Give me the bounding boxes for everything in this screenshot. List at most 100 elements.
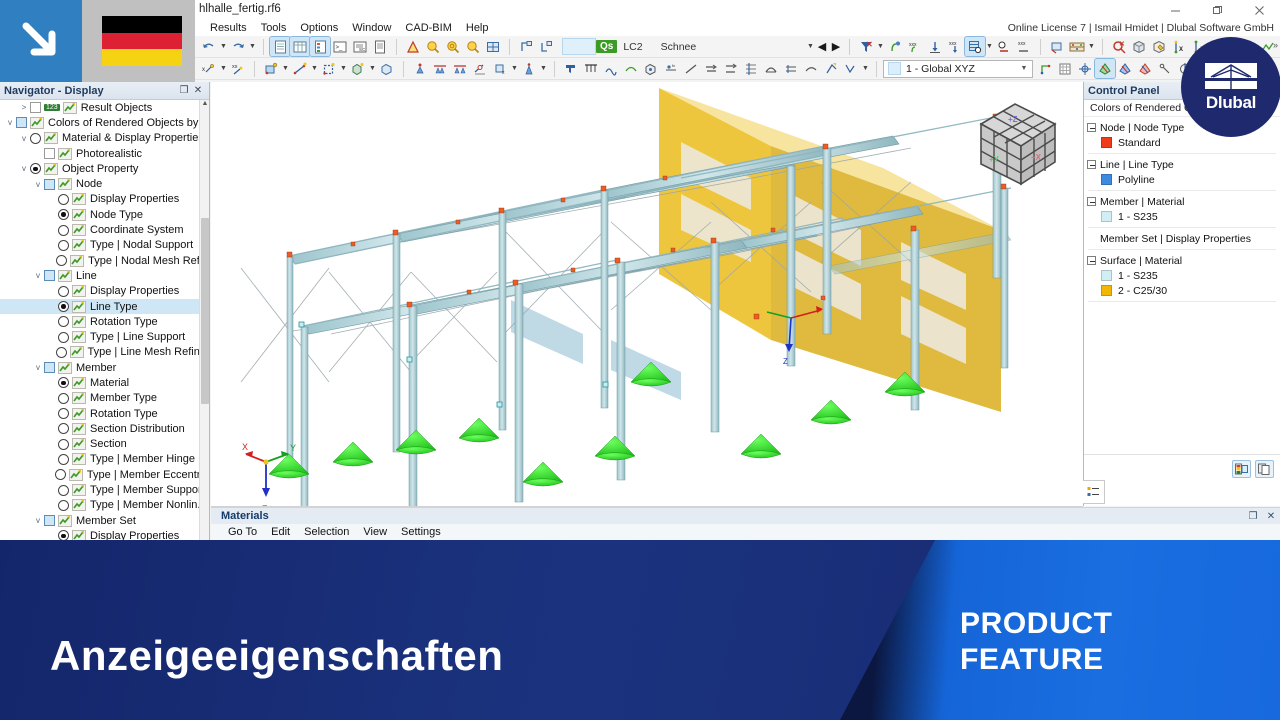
tree-radio[interactable] [30,132,41,144]
load-wizard-icon[interactable]: fx [661,59,681,78]
graphic-dropdown-icon[interactable]: ▼ [861,59,870,78]
generate-load-icon[interactable] [641,59,661,78]
view-x-icon[interactable]: X [1169,37,1189,56]
legend-group-header[interactable]: Line | Line Type [1084,157,1280,172]
legend-group-header[interactable]: Member | Material [1084,194,1280,209]
smooth-icon[interactable] [801,59,821,78]
tree-expander-icon[interactable]: v [4,118,16,127]
zoom-window-icon[interactable] [423,37,443,56]
tree-item-member-type[interactable]: Member Type [0,391,209,406]
snap-grid-icon[interactable]: xx [228,59,248,78]
maximize-restore-icon[interactable] [1196,0,1238,20]
dimension-icon[interactable] [681,59,701,78]
close-icon[interactable] [1238,0,1280,20]
menu-item-help[interactable]: Help [459,20,496,36]
minimize-icon[interactable] [1154,0,1196,20]
tree-item-rotation-type[interactable]: Rotation Type [0,314,209,329]
tree-item-section-distribution[interactable]: Section Distribution [0,421,209,436]
collapse-icon[interactable] [1087,197,1096,206]
tree-item-line-type[interactable]: Line Type [0,298,209,315]
legend-group-header[interactable]: Surface | Material [1084,253,1280,268]
show-all-icon[interactable]: xxx [1014,37,1034,56]
tree-radio[interactable] [56,255,68,267]
materials-menu-view[interactable]: View [356,526,394,538]
selection-dropdown-icon[interactable]: ▼ [876,37,885,56]
surface-support-icon[interactable] [450,59,470,78]
tree-radio[interactable] [58,484,69,496]
menu-item-results[interactable]: Results [203,20,254,36]
materials-close-icon[interactable]: ✕ [1262,511,1280,522]
visibility-dropdown-icon[interactable]: ▼ [985,37,994,56]
tree-radio[interactable] [58,331,69,343]
tree-checkbox[interactable] [16,117,27,129]
chevron-down-icon[interactable]: ▼ [1018,65,1030,72]
tree-radio[interactable] [58,453,69,465]
new-surface-icon[interactable] [319,59,339,78]
navigator-tree[interactable]: >123 Result Objects v Colors of Rendered Ob… [0,100,209,540]
tree-radio[interactable] [58,408,69,420]
tree-item-line[interactable]: v Line [0,268,209,283]
view-cube[interactable]: +Z +Y +X [963,94,1073,194]
surface-tools-icon[interactable] [781,59,801,78]
tree-item-member[interactable]: v Member [0,360,209,375]
tree-item-rotation-type[interactable]: Rotation Type [0,406,209,421]
tree-radio[interactable] [58,239,69,251]
tree-checkbox[interactable] [30,102,41,114]
edit-colors-icon[interactable] [1232,460,1251,478]
menu-item-tools[interactable]: Tools [254,20,294,36]
tree-item-member-set[interactable]: v Member Set [0,513,209,528]
tree-radio[interactable] [58,224,69,236]
solid-view-icon[interactable] [1129,37,1149,56]
tree-item-coordinate-system[interactable]: Coordinate System [0,222,209,237]
tree-radio[interactable] [58,530,69,540]
tree-radio[interactable] [54,469,66,481]
tree-item-type-member-hinge[interactable]: Type | Member Hinge [0,452,209,467]
tree-checkbox[interactable] [44,178,55,190]
tree-radio[interactable] [58,377,69,389]
mirror-icon[interactable] [741,59,761,78]
tree-item-display-properties[interactable]: Display Properties [0,192,209,207]
tree-item-type-nodal-support[interactable]: Type | Nodal Support [0,238,209,253]
step-forward-icon[interactable]: ▶ [829,37,843,56]
tree-expander-icon[interactable]: v [32,516,44,525]
member-hinge-icon[interactable] [470,59,490,78]
tree-item-material[interactable]: Material [0,375,209,390]
script-editor-icon[interactable]: SC [350,37,370,56]
tree-item-node-type[interactable]: Node Type [0,207,209,222]
scroll-up-icon[interactable]: ▲ [200,100,210,111]
navigator-float-icon[interactable]: ❐ [177,85,191,96]
printout-report-icon[interactable] [370,37,390,56]
reset-view-icon[interactable]: ✕ [1109,37,1129,56]
tree-radio[interactable] [58,301,69,312]
tree-radio[interactable] [58,423,69,435]
select-by-criteria-icon[interactable]: xxx [905,37,925,56]
graphic-tool-icon[interactable] [841,59,861,78]
tree-item-node[interactable]: v Node [0,176,209,191]
new-line-dropdown-icon[interactable]: ▼ [310,59,319,78]
tree-checkbox[interactable] [44,515,55,527]
tree-item-type-nodal-mesh-ref[interactable]: Type | Nodal Mesh Ref... [0,253,209,268]
edit-view-icon[interactable] [1149,37,1169,56]
tree-item-object-property[interactable]: v Object Property [0,161,209,176]
tree-radio[interactable] [58,499,69,511]
legend-entry[interactable]: Standard [1084,135,1280,150]
tree-item-material-display-properties[interactable]: v Material & Display Properties [0,131,209,146]
menu-item-cad-bim[interactable]: CAD-BIM [398,20,458,36]
line-support-icon[interactable] [430,59,450,78]
select-down-icon[interactable] [925,37,945,56]
member-nonlinearity-icon[interactable] [519,59,539,78]
member-eccentricity-icon[interactable]: x [490,59,510,78]
tree-item-display-properties[interactable]: Display Properties [0,284,209,299]
tree-expander-icon[interactable]: > [18,103,30,112]
tree-checkbox[interactable] [44,270,55,282]
new-node-dropdown-icon[interactable]: ▼ [281,59,290,78]
tree-radio[interactable] [55,346,67,358]
snap-node-icon[interactable]: x [199,59,219,78]
new-surface-dropdown-icon[interactable]: ▼ [339,59,348,78]
tree-item-type-line-support[interactable]: Type | Line Support [0,329,209,344]
new-solid-icon[interactable] [348,59,368,78]
tree-expander-icon[interactable]: v [32,363,44,372]
calculation-icon[interactable] [1067,37,1087,56]
menu-item-window[interactable]: Window [345,20,398,36]
navigator-close-icon[interactable]: ✕ [191,85,205,96]
